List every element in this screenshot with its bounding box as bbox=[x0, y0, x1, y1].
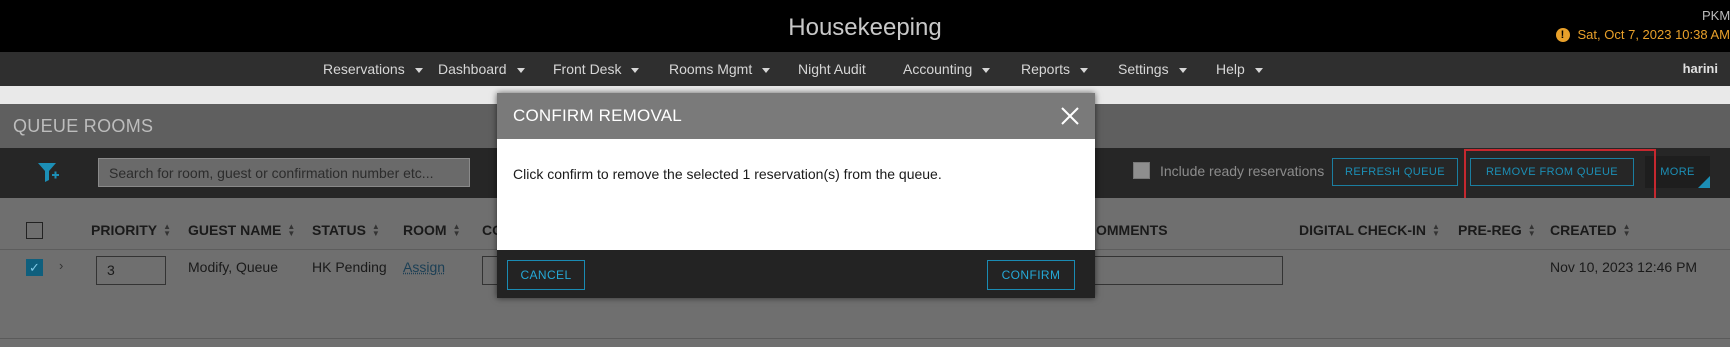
business-date: ! Sat, Oct 7, 2023 10:38 AM bbox=[1555, 27, 1730, 42]
chevron-down-icon bbox=[414, 67, 423, 73]
assign-room-link[interactable]: Assign bbox=[403, 259, 445, 275]
nav-label: Reports bbox=[1021, 61, 1071, 77]
column-header-guest-name[interactable]: GUEST NAME ▲ ▼ bbox=[188, 222, 295, 238]
dialog-footer: CANCEL CONFIRM bbox=[497, 250, 1095, 298]
column-header-status[interactable]: STATUS ▲ ▼ bbox=[312, 222, 380, 238]
nav-label: Reservations bbox=[323, 61, 405, 77]
nav-label: Night Audit bbox=[798, 61, 866, 77]
column-label: CREATED bbox=[1550, 222, 1617, 238]
column-label: PRE-REG bbox=[1458, 222, 1522, 238]
column-header-comments: OMMENTS bbox=[1096, 222, 1168, 238]
nav-reservations[interactable]: Reservations bbox=[323, 52, 438, 86]
chevron-down-icon bbox=[631, 67, 640, 73]
nav-help[interactable]: Help bbox=[1216, 52, 1296, 86]
sort-icon: ▲ ▼ bbox=[163, 222, 172, 238]
chevron-down-icon bbox=[762, 67, 771, 73]
filter-icon[interactable] bbox=[36, 160, 60, 184]
column-label: PRIORITY bbox=[91, 222, 158, 238]
chevron-down-icon bbox=[1080, 67, 1089, 73]
search-input[interactable] bbox=[98, 158, 470, 187]
nav-label: Accounting bbox=[903, 61, 973, 77]
sort-icon: ▲ ▼ bbox=[1622, 222, 1631, 238]
corner-triangle-icon bbox=[1698, 176, 1710, 188]
page-title: QUEUE ROOMS bbox=[13, 116, 154, 136]
nav-label: Help bbox=[1216, 61, 1245, 77]
more-label: MORE bbox=[1660, 166, 1695, 178]
priority-input[interactable]: 3 bbox=[96, 256, 166, 285]
app-title: Housekeeping bbox=[788, 14, 942, 41]
column-label: STATUS bbox=[312, 222, 366, 238]
app-root: Housekeeping PKM ! Sat, Oct 7, 2023 10:3… bbox=[0, 0, 1730, 347]
chevron-down-icon bbox=[516, 67, 525, 73]
nav-accounting[interactable]: Accounting bbox=[903, 52, 1021, 86]
column-header-pre-reg[interactable]: PRE-REG ▲ ▼ bbox=[1458, 222, 1536, 238]
column-header-priority[interactable]: PRIORITY ▲ ▼ bbox=[91, 222, 171, 238]
top-header: Housekeeping PKM ! Sat, Oct 7, 2023 10:3… bbox=[0, 0, 1730, 52]
confirm-removal-dialog: CONFIRM REMOVAL Click confirm to remove … bbox=[497, 93, 1095, 298]
nav-items: Reservations Dashboard Front Desk Rooms … bbox=[323, 52, 1296, 86]
main-nav: Reservations Dashboard Front Desk Rooms … bbox=[0, 52, 1730, 86]
nav-label: Front Desk bbox=[553, 61, 622, 77]
nav-reports[interactable]: Reports bbox=[1021, 52, 1118, 86]
nav-night-audit[interactable]: Night Audit bbox=[798, 52, 903, 86]
column-header-created[interactable]: CREATED ▲ ▼ bbox=[1550, 222, 1631, 238]
warning-icon: ! bbox=[1555, 27, 1570, 42]
select-all-checkbox[interactable] bbox=[26, 222, 43, 239]
chevron-down-icon bbox=[1178, 67, 1187, 73]
refresh-queue-button[interactable]: REFRESH QUEUE bbox=[1332, 158, 1458, 186]
nav-label: Dashboard bbox=[438, 61, 507, 77]
close-icon[interactable] bbox=[1059, 105, 1081, 127]
created-cell: Nov 10, 2023 12:46 PM bbox=[1550, 259, 1698, 275]
nav-user-menu[interactable]: harini bbox=[1683, 52, 1718, 86]
sort-icon: ▲ ▼ bbox=[452, 222, 461, 238]
guest-name-cell: Modify, Queue bbox=[188, 259, 279, 275]
user-abbreviation: PKM bbox=[1702, 8, 1730, 23]
nav-label: Settings bbox=[1118, 61, 1169, 77]
status-cell: HK Pending bbox=[312, 259, 387, 275]
sort-icon: ▲ ▼ bbox=[1527, 222, 1536, 238]
column-label: ROOM bbox=[403, 222, 447, 238]
business-date-text: Sat, Oct 7, 2023 10:38 AM bbox=[1577, 27, 1730, 42]
dialog-message: Click confirm to remove the selected 1 r… bbox=[513, 166, 942, 182]
include-ready-label: Include ready reservations bbox=[1160, 162, 1325, 179]
nav-settings[interactable]: Settings bbox=[1118, 52, 1216, 86]
nav-front-desk[interactable]: Front Desk bbox=[553, 52, 669, 86]
comments-input[interactable] bbox=[1070, 256, 1283, 285]
dialog-title: CONFIRM REMOVAL bbox=[513, 106, 682, 125]
column-label: DIGITAL CHECK-IN bbox=[1299, 222, 1427, 238]
dialog-header: CONFIRM REMOVAL bbox=[497, 93, 1095, 139]
nav-dashboard[interactable]: Dashboard bbox=[438, 52, 553, 86]
nav-rooms-mgmt[interactable]: Rooms Mgmt bbox=[669, 52, 798, 86]
sort-icon: ▲ ▼ bbox=[1432, 222, 1440, 238]
sort-icon: ▲ ▼ bbox=[371, 222, 380, 238]
confirm-button[interactable]: CONFIRM bbox=[987, 260, 1075, 290]
row-select-checkbox[interactable]: ✓ bbox=[26, 259, 43, 276]
include-ready-checkbox[interactable] bbox=[1133, 162, 1150, 179]
sort-icon: ▲ ▼ bbox=[287, 222, 296, 238]
chevron-right-icon[interactable]: › bbox=[59, 258, 63, 273]
chevron-down-icon bbox=[982, 67, 991, 73]
chevron-down-icon bbox=[1254, 67, 1263, 73]
column-header-room[interactable]: ROOM ▲ ▼ bbox=[403, 222, 460, 238]
nav-label: Rooms Mgmt bbox=[669, 61, 753, 77]
include-ready-toggle[interactable]: Include ready reservations bbox=[1133, 162, 1324, 179]
column-header-digital-checkin[interactable]: DIGITAL CHECK-IN ▲ ▼ bbox=[1299, 222, 1440, 238]
column-label: OMMENTS bbox=[1096, 222, 1168, 238]
highlight-annotation bbox=[1464, 149, 1656, 201]
column-label: GUEST NAME bbox=[188, 222, 282, 238]
table-footer-strip bbox=[0, 338, 1730, 347]
cancel-button[interactable]: CANCEL bbox=[507, 260, 585, 290]
